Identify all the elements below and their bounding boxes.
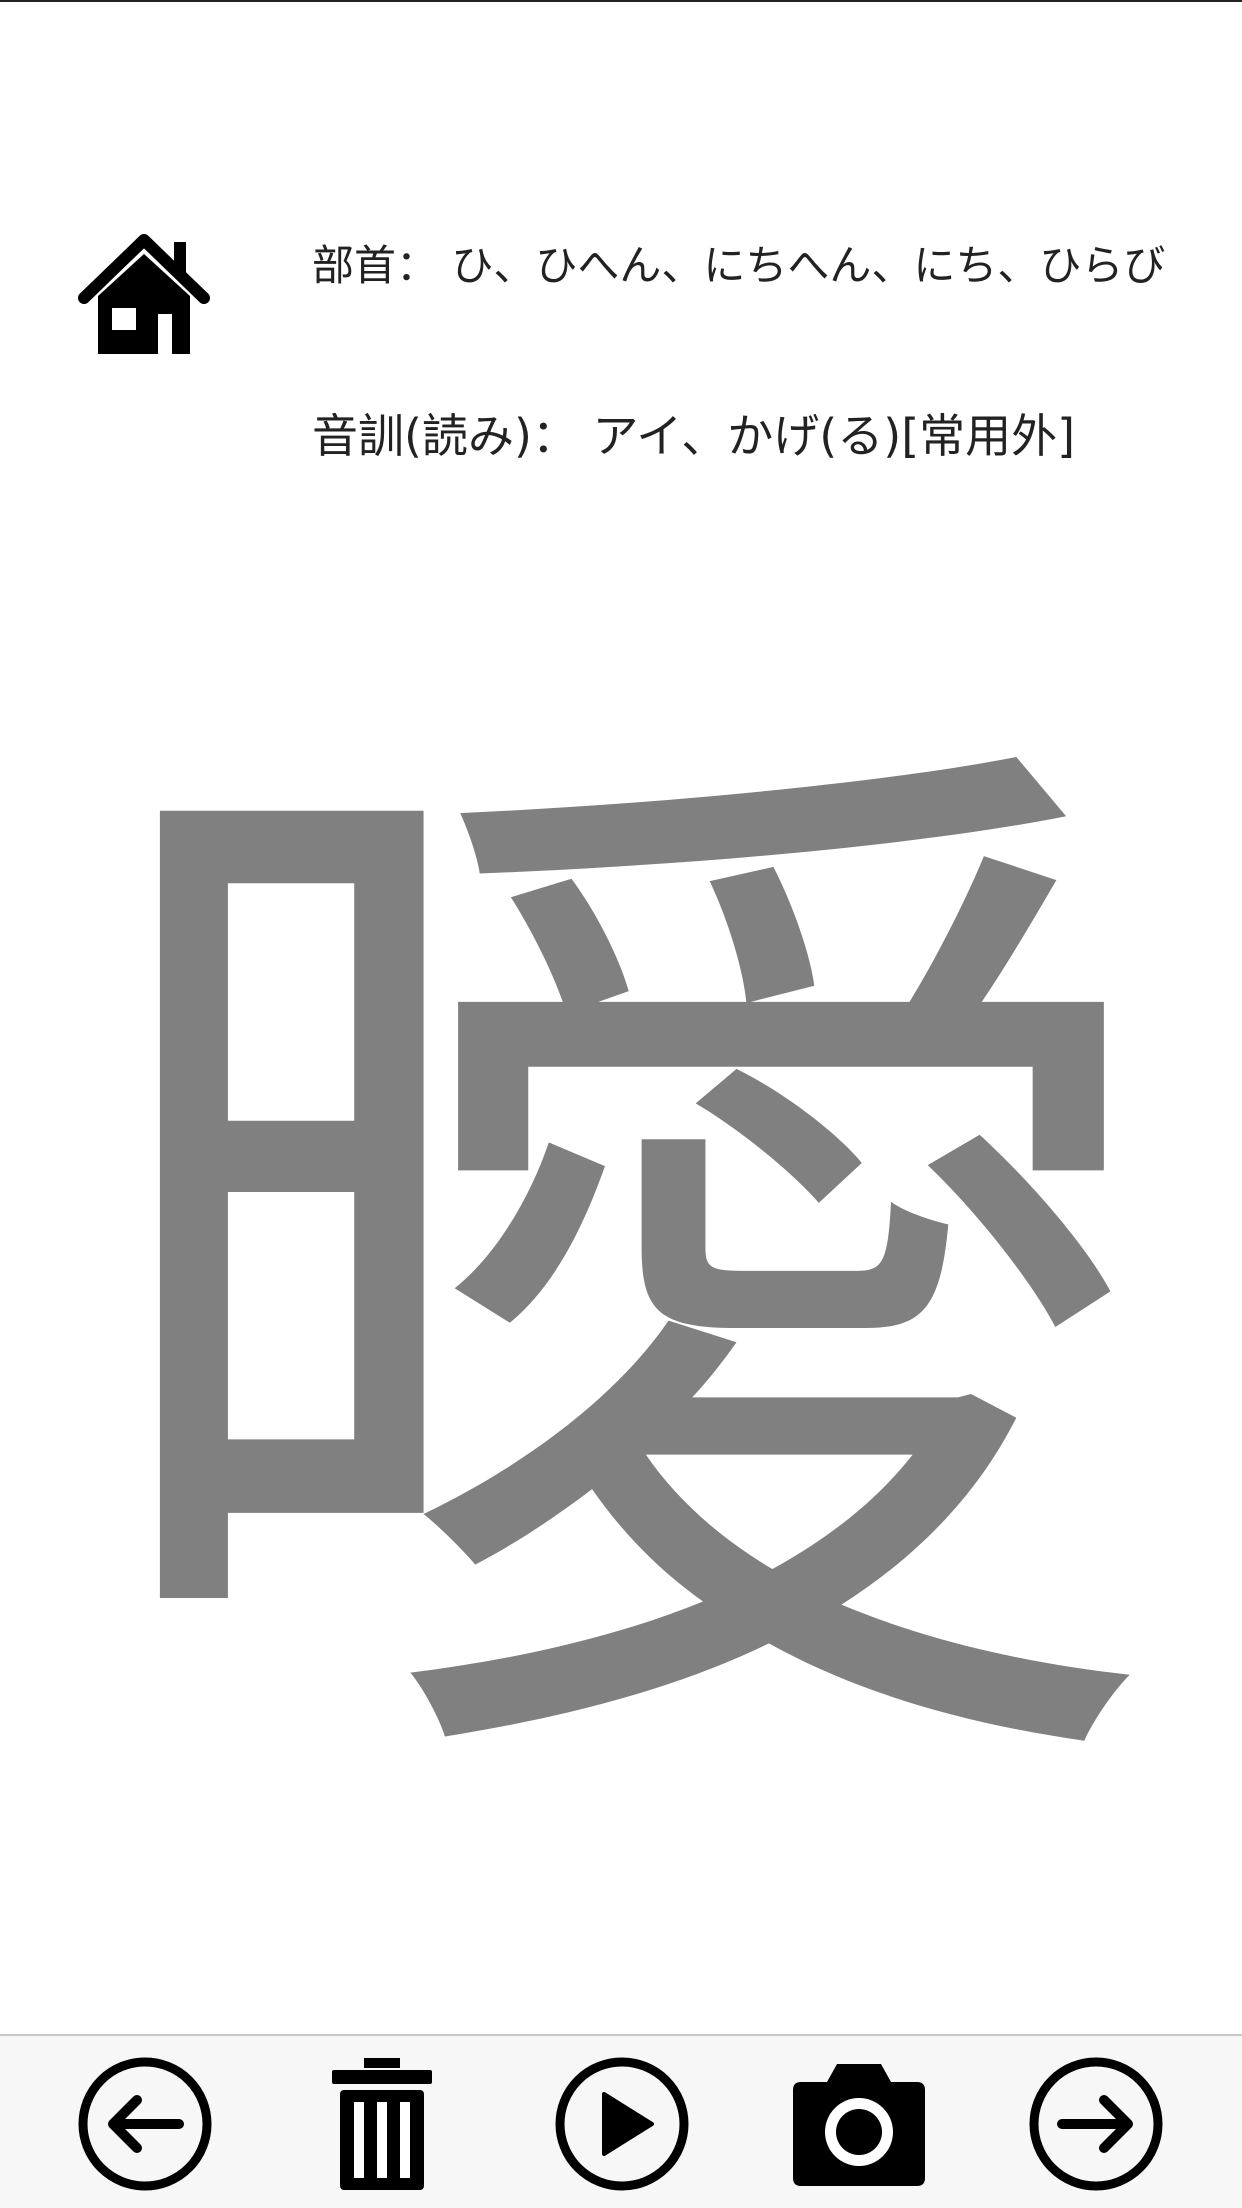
kanji-detail-screen: 部首： ひ、ひへん、にちへん、にち、ひらび 音訓(読み)： アイ、かげ(る)[常… bbox=[0, 0, 1242, 2208]
kanji-glyph-canvas: 曖 bbox=[80, 648, 1160, 1800]
trash-icon bbox=[332, 2058, 432, 2190]
reading-value: アイ、かげ(る)[常用外] bbox=[592, 409, 1076, 463]
arrow-right-circle-icon bbox=[1029, 2057, 1163, 2191]
play-circle-icon bbox=[555, 2057, 689, 2191]
arrow-left-circle-icon bbox=[78, 2057, 212, 2191]
home-button[interactable] bbox=[74, 222, 214, 362]
home-icon bbox=[78, 234, 210, 354]
play-button[interactable] bbox=[552, 2054, 692, 2194]
reading-info: 音訓(読み)： アイ、かげ(る)[常用外] bbox=[312, 400, 1075, 466]
kanji-character: 曖 bbox=[80, 648, 1160, 1800]
next-button[interactable] bbox=[1026, 2054, 1166, 2194]
camera-button[interactable] bbox=[789, 2054, 929, 2194]
top-divider bbox=[0, 0, 1242, 2]
reading-label: 音訓(読み)： bbox=[312, 409, 578, 463]
kanji-display: 曖 bbox=[40, 640, 1200, 1800]
radical-value: ひ、ひへん、にちへん、にち、ひらび bbox=[451, 241, 1166, 290]
previous-button[interactable] bbox=[75, 2054, 215, 2194]
delete-button[interactable] bbox=[312, 2054, 452, 2194]
camera-icon bbox=[793, 2064, 925, 2186]
radical-label: 部首： bbox=[312, 241, 439, 290]
bottom-toolbar bbox=[0, 2034, 1242, 2208]
radical-info: 部首： ひ、ひへん、にちへん、にち、ひらび bbox=[312, 232, 1165, 293]
